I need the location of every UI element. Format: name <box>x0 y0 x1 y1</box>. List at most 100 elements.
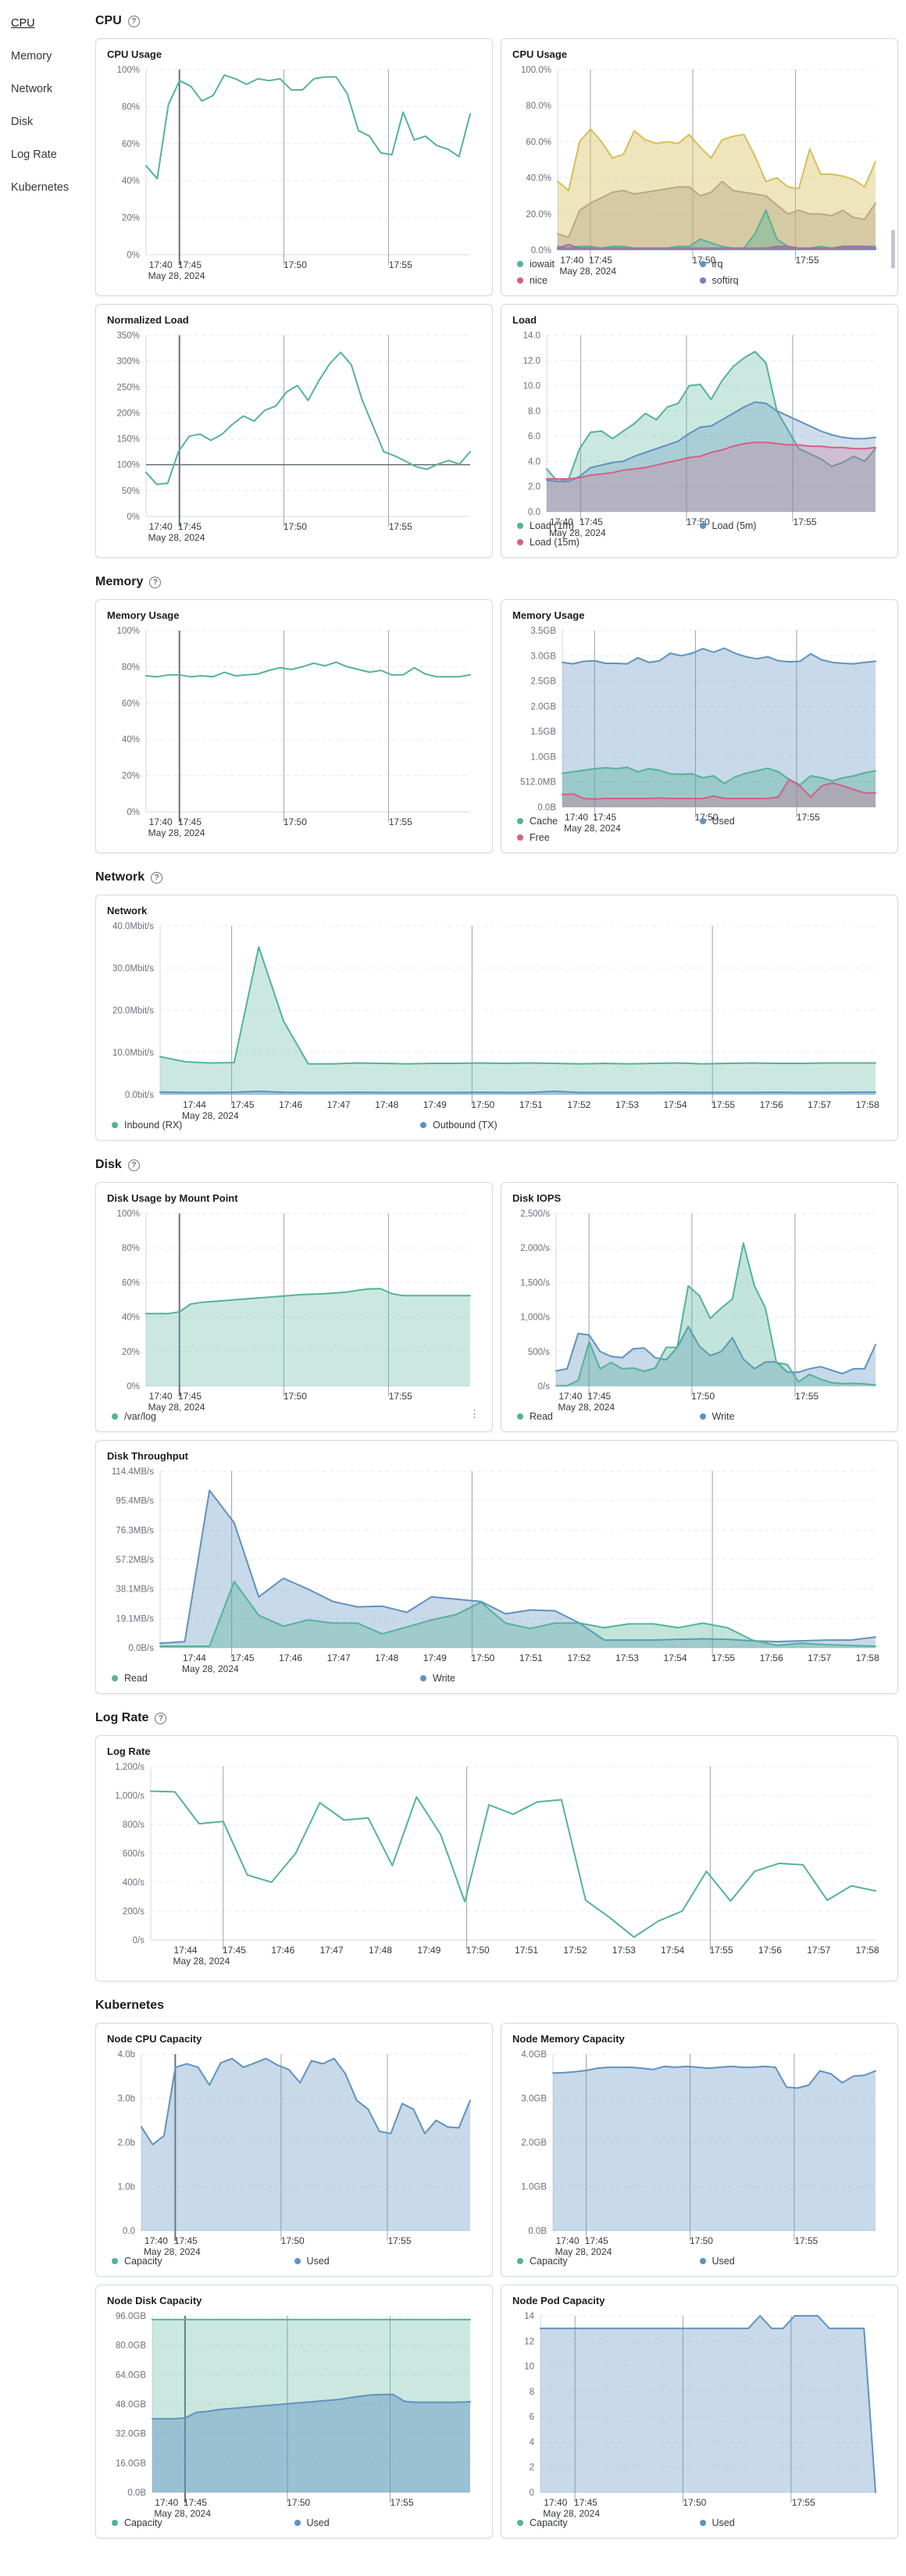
legend-scrollbar[interactable] <box>891 230 895 269</box>
legend-item[interactable]: irq <box>699 259 722 270</box>
sidebar-item-cpu[interactable]: CPU <box>11 17 35 30</box>
svg-text:20%: 20% <box>122 214 140 223</box>
normalized-load-chart[interactable]: 0% 50% 100% 150% 200% 250% 300% 350% 17:40 17:45 1… <box>107 327 481 549</box>
legend-item[interactable]: Load (1m) <box>517 520 574 531</box>
svg-text:3.0b: 3.0b <box>118 2095 135 2104</box>
legend-item[interactable]: Load (15m) <box>517 537 580 548</box>
chart-card-memory-usage: Memory Usage 0% 20% 40% 60% 80% 100% 17:40 17:4… <box>95 599 493 853</box>
help-icon[interactable]: ? <box>151 871 163 884</box>
disk-usage-chart[interactable]: 0% 20% 40% 60% 80% 100% 17:40 17:45 17:50 17:55 Ma… <box>107 1206 481 1413</box>
node-pod-capacity-chart[interactable]: 0 2 4 6 8 10 12 14 17:40 17:45 17:50 17:55 May 28, 2… <box>512 2308 886 2519</box>
node-disk-capacity-chart[interactable]: 0.0B 16.0GB 32.0GB 48.0GB 64.0GB 80.0GB 96.0GB… <box>107 2308 481 2519</box>
load-chart[interactable]: 0.0 2.0 4.0 6.0 8.0 10.0 12.0 14.0 17:40 17:45 17:… <box>512 327 886 538</box>
svg-text:100.0%: 100.0% <box>521 66 551 75</box>
node-memory-capacity-chart[interactable]: 0.0B 1.0GB 2.0GB 3.0GB 4.0GB 17:40 17:45 17:50 1… <box>512 2046 886 2257</box>
disk-throughput-chart[interactable]: 0.0B/s 19.1MB/s 38.1MB/s 57.2MB/s 76.3MB/s 95… <box>107 1463 886 1674</box>
chart-legend: Read Write <box>107 1670 886 1685</box>
legend-label: Inbound (RX) <box>124 1120 183 1131</box>
legend-item[interactable]: nice <box>517 275 548 286</box>
legend-item[interactable]: Read <box>517 1411 553 1422</box>
sidebar-item-disk[interactable]: Disk <box>11 116 33 128</box>
legend-item[interactable]: Inbound (RX) <box>112 1120 182 1131</box>
help-icon[interactable]: ? <box>127 1159 140 1171</box>
svg-text:17:54: 17:54 <box>661 1945 684 1956</box>
svg-text:80%: 80% <box>122 663 140 672</box>
memory-usage-chart[interactable]: 0% 20% 40% 60% 80% 100% 17:40 17:45 17:50 17:55 Ma… <box>107 623 481 845</box>
svg-text:30.0Mbit/s: 30.0Mbit/s <box>112 964 154 974</box>
memory-usage-breakdown-chart[interactable]: 0.0B 512.0MB 1.0GB 1.5GB 2.0GB 2.5GB 3.0GB 3.5G… <box>512 623 886 834</box>
svg-text:0.0%: 0.0% <box>531 246 551 255</box>
legend-item[interactable]: Capacity <box>517 2517 568 2528</box>
svg-text:17:40: 17:40 <box>155 2497 178 2508</box>
sidebar-item-network[interactable]: Network <box>11 83 52 95</box>
svg-text:4.0b: 4.0b <box>118 2050 135 2060</box>
svg-text:17:55: 17:55 <box>389 816 412 827</box>
svg-text:17:45: 17:45 <box>178 1391 202 1402</box>
help-icon[interactable]: ? <box>155 1712 167 1724</box>
svg-text:17:50: 17:50 <box>284 521 307 532</box>
svg-text:17:45: 17:45 <box>585 2235 608 2246</box>
chart-title: Disk Usage by Mount Point <box>107 1192 238 1204</box>
legend-item[interactable]: Read <box>112 1673 148 1684</box>
section-title: Kubernetes <box>95 1999 165 2012</box>
legend-dot-icon <box>699 2258 706 2264</box>
cpu-usage-breakdown-chart[interactable]: 0.0% 20.0% 40.0% 60.0% 80.0% 100.0% 17:40 17:45… <box>512 62 886 277</box>
chart-card-node-disk-capacity: Node Disk Capacity 0.0B 16.0GB 32.0GB 48.0G… <box>95 2285 493 2538</box>
section-heading-kubernetes: Kubernetes <box>95 1999 898 2013</box>
legend-item[interactable]: Free <box>517 832 550 843</box>
log-rate-chart[interactable]: 0/s 200/s 400/s 600/s 800/s 1,000/s 1,200/s 17:… <box>107 1759 886 1973</box>
legend-item[interactable]: Load (5m) <box>699 520 757 531</box>
legend-item[interactable]: Capacity <box>112 2256 162 2267</box>
cpu-usage-chart[interactable]: 0% 20% 40% 60% 80% 100% 17:40 17:45 17:50 17:55 Ma… <box>107 62 481 288</box>
node-cpu-capacity-chart[interactable]: 0.0 1.0b 2.0b 3.0b 4.0b 17:40 17:45 17:50 17:55 M… <box>107 2046 481 2257</box>
svg-text:20%: 20% <box>122 1348 140 1357</box>
legend-label: Write <box>712 1411 735 1422</box>
legend-item[interactable]: Used <box>699 816 735 827</box>
disk-iops-chart[interactable]: 0/s 500/s 1,000/s 1,500/s 2,000/s 2,500/s 17:4… <box>512 1206 886 1413</box>
svg-text:17:50: 17:50 <box>287 2497 310 2508</box>
svg-text:17:57: 17:57 <box>807 1945 830 1956</box>
legend-item[interactable]: Used <box>294 2517 330 2528</box>
legend-item[interactable]: Capacity <box>517 2256 568 2267</box>
sidebar-item-kubernetes[interactable]: Kubernetes <box>11 181 69 194</box>
section-heading-log-rate: Log Rate ? <box>95 1711 898 1725</box>
svg-text:60%: 60% <box>122 1278 140 1288</box>
svg-text:0%: 0% <box>127 1382 140 1392</box>
svg-text:80.0%: 80.0% <box>526 102 551 111</box>
legend-dot-icon <box>112 2258 118 2264</box>
legend-item[interactable]: Outbound (TX) <box>420 1120 498 1131</box>
svg-text:0%: 0% <box>127 513 140 522</box>
svg-text:10: 10 <box>524 2363 534 2372</box>
legend-item[interactable]: Used <box>294 2256 330 2267</box>
svg-text:12: 12 <box>524 2337 534 2346</box>
chart-legend: Capacity Used <box>107 2514 481 2530</box>
svg-text:0: 0 <box>530 2488 534 2498</box>
network-chart[interactable]: 0.0bit/s 10.0Mbit/s 20.0Mbit/s 30.0Mbit/s 40… <box>107 918 886 1121</box>
help-icon[interactable]: ? <box>127 15 140 27</box>
svg-text:150%: 150% <box>117 435 140 445</box>
legend-item[interactable]: Write <box>699 1411 735 1422</box>
legend-item[interactable]: softirq <box>699 275 739 286</box>
svg-text:0.0B: 0.0B <box>537 803 556 813</box>
legend-label: Load (5m) <box>712 520 757 531</box>
legend-item[interactable]: Cache <box>517 816 558 827</box>
svg-text:17:45: 17:45 <box>178 816 202 827</box>
legend-item[interactable]: Used <box>699 2517 735 2528</box>
svg-text:2.0: 2.0 <box>528 483 540 492</box>
svg-text:17:49: 17:49 <box>423 1099 447 1110</box>
chart-legend: Inbound (RX) Outbound (TX) <box>107 1117 886 1132</box>
chart-card-cpu-usage-breakdown: CPU Usage 0.0% 20.0% 40.0% 60.0% 80.0% 100.0%… <box>501 38 898 296</box>
legend-label: Capacity <box>124 2517 162 2528</box>
legend-item[interactable]: iowait <box>517 259 555 270</box>
legend-item[interactable]: Write <box>420 1673 455 1684</box>
svg-text:17:40: 17:40 <box>556 2235 580 2246</box>
sidebar-item-memory[interactable]: Memory <box>11 50 52 63</box>
overflow-menu-icon[interactable]: ⋮ <box>466 1407 483 1420</box>
legend-item[interactable]: /var/log <box>112 1411 156 1422</box>
sidebar-item-log-rate[interactable]: Log Rate <box>11 148 57 161</box>
help-icon[interactable]: ? <box>149 576 162 588</box>
chart-title: Normalized Load <box>107 314 189 326</box>
legend-item[interactable]: Used <box>699 2256 735 2267</box>
legend-item[interactable]: Capacity <box>112 2517 162 2528</box>
svg-text:600/s: 600/s <box>123 1849 144 1859</box>
